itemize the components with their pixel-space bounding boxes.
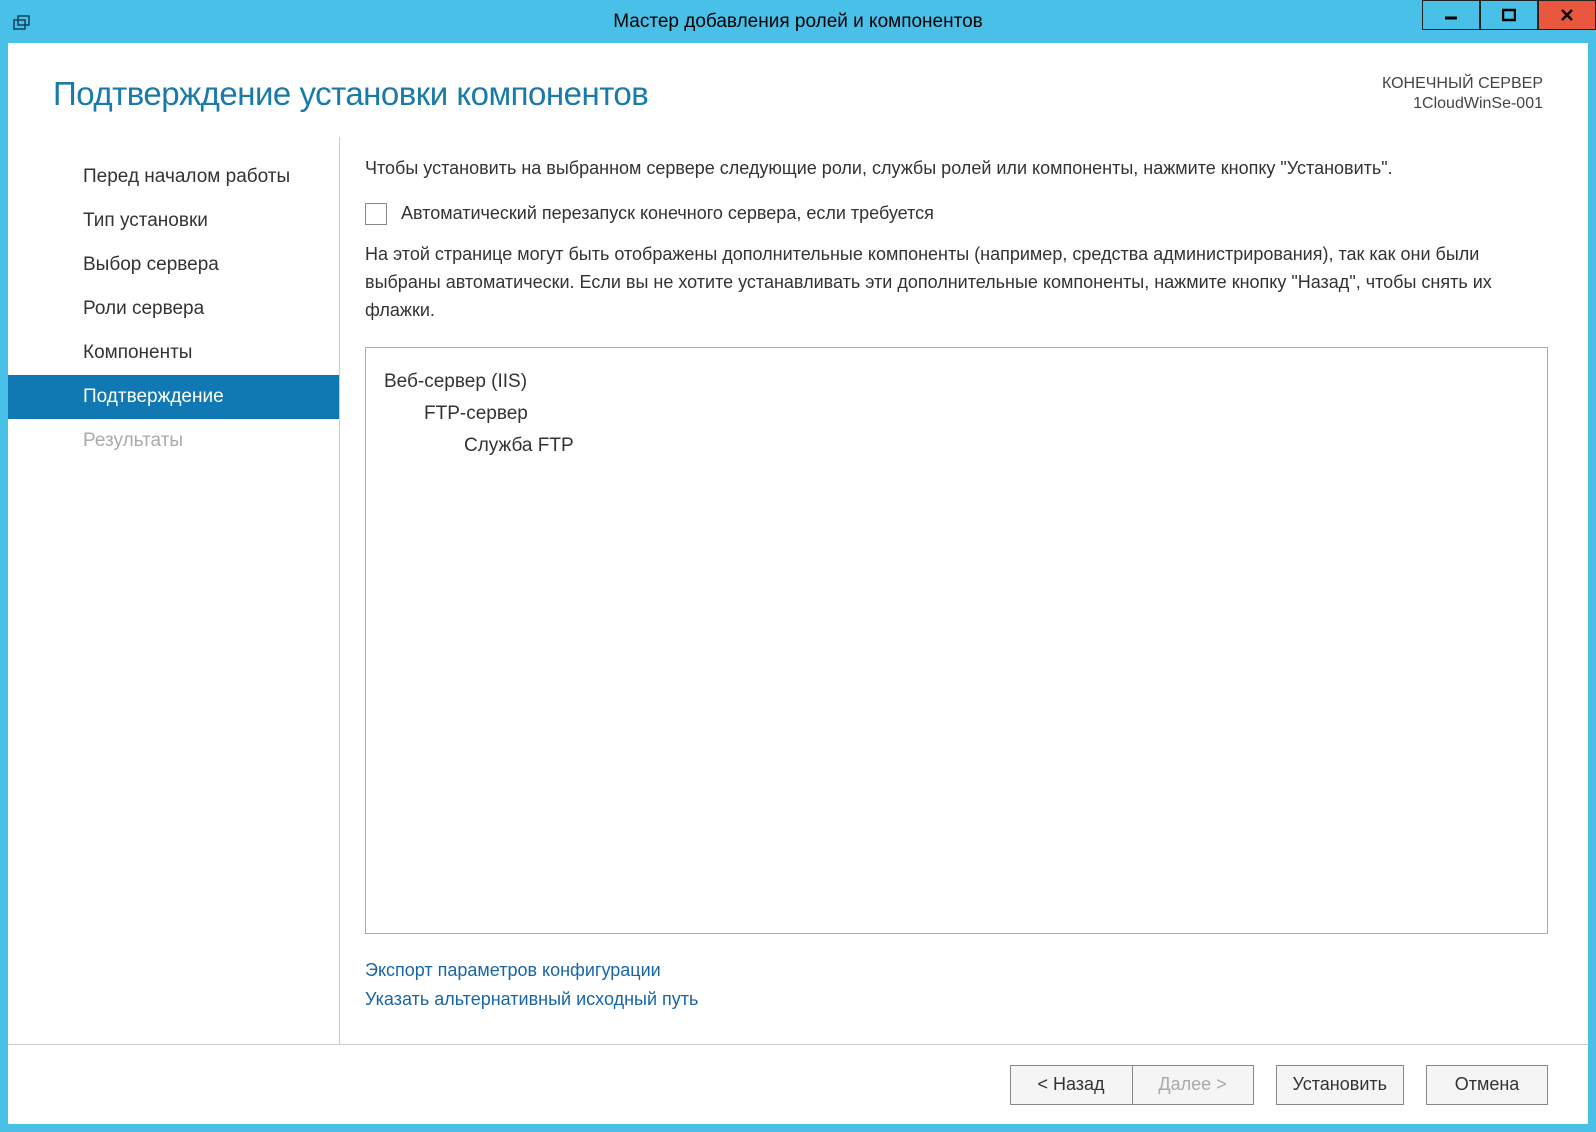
content-area: Подтверждение установки компонентов КОНЕ… <box>8 43 1588 1124</box>
nav-label: Выбор сервера <box>83 254 219 275</box>
server-info: КОНЕЧНЫЙ СЕРВЕР 1CloudWinSe-001 <box>1382 75 1543 113</box>
instruction-text: Чтобы установить на выбранном сервере сл… <box>365 155 1548 183</box>
main-panel: Чтобы установить на выбранном сервере сл… <box>340 137 1588 1044</box>
destination-server-name: 1CloudWinSe-001 <box>1382 95 1543 113</box>
window-title: Мастер добавления ролей и компонентов <box>613 11 983 33</box>
sidebar-item-server-roles[interactable]: Роли сервера <box>8 287 339 331</box>
page-title: Подтверждение установки компонентов <box>53 75 648 113</box>
sidebar-item-results: Результаты <box>8 419 339 463</box>
nav-label: Перед началом работы <box>83 166 290 187</box>
minimize-button[interactable] <box>1422 0 1480 30</box>
button-label: Установить <box>1293 1074 1387 1095</box>
close-button[interactable] <box>1538 0 1596 30</box>
back-button[interactable]: < Назад <box>1010 1065 1132 1105</box>
info-text: На этой странице могут быть отображены д… <box>365 241 1548 325</box>
destination-server-label: КОНЕЧНЫЙ СЕРВЕР <box>1382 75 1543 93</box>
components-list[interactable]: Веб-сервер (IIS) FTP-сервер Служба FTP <box>365 347 1548 935</box>
sidebar-item-server-selection[interactable]: Выбор сервера <box>8 243 339 287</box>
nav-label: Подтверждение <box>83 386 224 407</box>
cancel-button[interactable]: Отмена <box>1426 1065 1548 1105</box>
wizard-window: Мастер добавления ролей и компонентов По… <box>0 0 1596 1132</box>
alt-source-path-link[interactable]: Указать альтернативный исходный путь <box>365 985 1548 1014</box>
button-label: < Назад <box>1037 1074 1104 1095</box>
wizard-sidebar: Перед началом работы Тип установки Выбор… <box>8 137 340 1044</box>
main-body: Перед началом работы Тип установки Выбор… <box>8 137 1588 1044</box>
button-label: Отмена <box>1455 1074 1520 1095</box>
app-icon <box>10 10 34 34</box>
nav-label: Компоненты <box>83 342 192 363</box>
footer-bar: < Назад Далее > Установить Отмена <box>8 1044 1588 1124</box>
nav-label: Результаты <box>83 430 183 451</box>
sidebar-item-confirmation[interactable]: Подтверждение <box>8 375 339 419</box>
sidebar-item-install-type[interactable]: Тип установки <box>8 199 339 243</box>
nav-label: Тип установки <box>83 210 208 231</box>
window-controls <box>1422 0 1596 30</box>
tree-item: Веб-сервер (IIS) <box>384 366 1529 398</box>
button-label: Далее > <box>1158 1074 1226 1095</box>
maximize-button[interactable] <box>1480 0 1538 30</box>
nav-button-group: < Назад Далее > <box>1010 1065 1254 1105</box>
sidebar-item-features[interactable]: Компоненты <box>8 331 339 375</box>
link-section: Экспорт параметров конфигурации Указать … <box>365 956 1548 1014</box>
export-config-link[interactable]: Экспорт параметров конфигурации <box>365 956 1548 985</box>
auto-restart-checkbox[interactable] <box>365 203 387 225</box>
install-button[interactable]: Установить <box>1276 1065 1404 1105</box>
titlebar[interactable]: Мастер добавления ролей и компонентов <box>0 0 1596 43</box>
sidebar-item-before-begin[interactable]: Перед началом работы <box>8 155 339 199</box>
auto-restart-label: Автоматический перезапуск конечного серв… <box>401 203 934 224</box>
next-button: Далее > <box>1132 1065 1254 1105</box>
header-section: Подтверждение установки компонентов КОНЕ… <box>8 43 1588 137</box>
nav-label: Роли сервера <box>83 298 204 319</box>
tree-item: FTP-сервер <box>384 398 1529 430</box>
tree-item: Служба FTP <box>384 430 1529 462</box>
auto-restart-row: Автоматический перезапуск конечного серв… <box>365 203 1548 225</box>
